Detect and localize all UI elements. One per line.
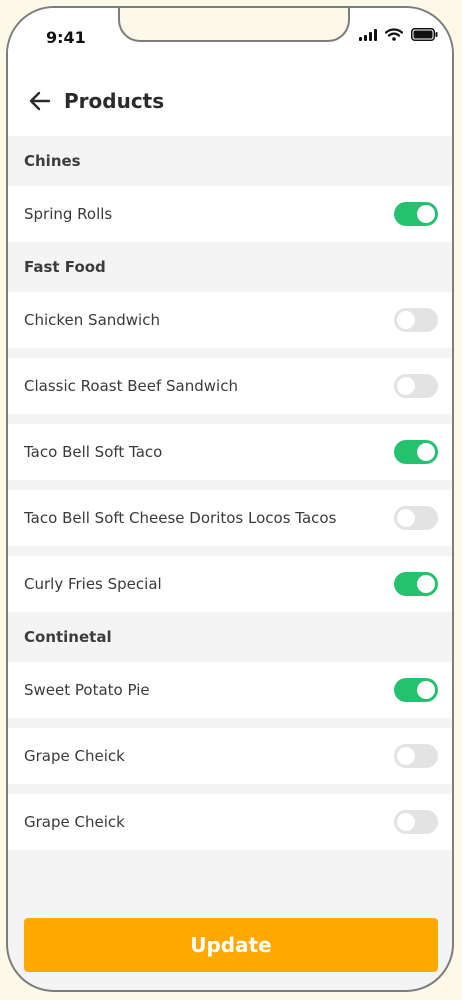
section-header: Continetal — [8, 612, 452, 662]
product-label: Sweet Potato Pie — [24, 681, 150, 699]
section-header: Fast Food — [8, 242, 452, 292]
product-label: Classic Roast Beef Sandwich — [24, 377, 238, 395]
product-row: Taco Bell Soft Taco — [8, 424, 452, 480]
product-toggle[interactable] — [394, 810, 438, 834]
product-row: Taco Bell Soft Cheese Doritos Locos Taco… — [8, 490, 452, 546]
product-row: Chicken Sandwich — [8, 292, 452, 348]
product-label: Curly Fries Special — [24, 575, 162, 593]
product-row: Sweet Potato Pie — [8, 662, 452, 718]
status-icons — [359, 28, 438, 41]
product-toggle[interactable] — [394, 440, 438, 464]
product-toggle[interactable] — [394, 202, 438, 226]
product-label: Spring Rolls — [24, 205, 113, 223]
product-toggle[interactable] — [394, 678, 438, 702]
product-label: Grape Cheick — [24, 747, 125, 765]
wifi-icon — [385, 28, 403, 41]
product-label: Grape Cheick — [24, 813, 125, 831]
app-header: Products — [8, 66, 452, 136]
battery-icon — [411, 28, 438, 41]
product-toggle[interactable] — [394, 572, 438, 596]
product-label: Chicken Sandwich — [24, 311, 160, 329]
product-row: Spring Rolls — [8, 186, 452, 242]
update-button[interactable]: Update — [24, 918, 438, 972]
product-row: Curly Fries Special — [8, 556, 452, 612]
cellular-signal-icon — [359, 28, 377, 41]
notch — [118, 8, 350, 42]
back-button[interactable] — [20, 81, 60, 121]
product-row: Grape Cheick — [8, 728, 452, 784]
product-toggle[interactable] — [394, 744, 438, 768]
product-toggle[interactable] — [394, 506, 438, 530]
product-toggle[interactable] — [394, 308, 438, 332]
product-list: Chines Spring Rolls Fast Food Chicken Sa… — [8, 136, 452, 850]
product-label: Taco Bell Soft Cheese Doritos Locos Taco… — [24, 509, 337, 527]
status-time: 9:41 — [46, 28, 86, 47]
page-title: Products — [64, 89, 165, 113]
phone-frame: 9:41 Products Chines Spring Rolls Fast F… — [6, 6, 454, 992]
product-row: Grape Cheick — [8, 794, 452, 850]
product-label: Taco Bell Soft Taco — [24, 443, 163, 461]
arrow-left-icon — [29, 91, 51, 111]
section-header: Chines — [8, 136, 452, 186]
product-row: Classic Roast Beef Sandwich — [8, 358, 452, 414]
product-toggle[interactable] — [394, 374, 438, 398]
